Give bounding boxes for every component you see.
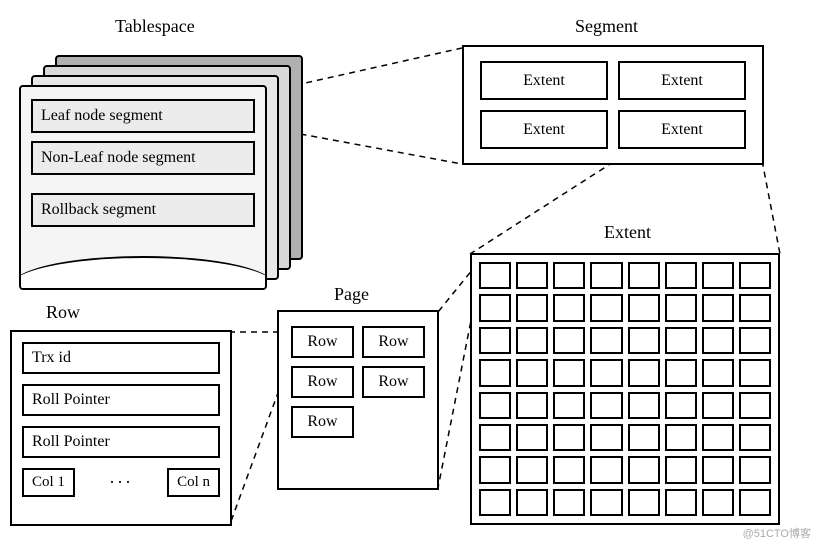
segment-extent-cell: Extent xyxy=(480,110,608,149)
extent-page-cell xyxy=(479,294,511,321)
extent-page-cell xyxy=(702,359,734,386)
extent-page-cell xyxy=(739,424,771,451)
row-box: Trx id Roll Pointer Roll Pointer Col 1 ·… xyxy=(10,330,232,526)
extent-page-cell xyxy=(516,456,548,483)
segment-label: Segment xyxy=(575,16,638,37)
row-trx-id: Trx id xyxy=(22,342,220,374)
row-col-last: Col n xyxy=(167,468,220,497)
extent-page-cell xyxy=(479,327,511,354)
extent-page-cell xyxy=(553,456,585,483)
extent-page-cell xyxy=(665,489,697,516)
extent-page-cell xyxy=(590,294,622,321)
extent-page-cell xyxy=(665,392,697,419)
extent-page-cell xyxy=(665,262,697,289)
row-columns: Col 1 ··· Col n xyxy=(22,468,220,497)
extent-grid xyxy=(470,253,780,525)
extent-page-cell xyxy=(479,359,511,386)
extent-page-cell xyxy=(628,294,660,321)
extent-page-cell xyxy=(553,262,585,289)
page-row-cell: Row xyxy=(362,366,425,398)
page-row-cell: Row xyxy=(291,406,354,438)
extent-page-cell xyxy=(590,327,622,354)
extent-page-cell xyxy=(516,392,548,419)
extent-page-cell xyxy=(590,456,622,483)
extent-page-cell xyxy=(702,392,734,419)
segment-extent-cell: Extent xyxy=(480,61,608,100)
extent-page-cell xyxy=(628,456,660,483)
extent-page-cell xyxy=(516,262,548,289)
row-label: Row xyxy=(46,302,80,323)
extent-page-cell xyxy=(479,456,511,483)
row-col-first: Col 1 xyxy=(22,468,75,497)
extent-page-cell xyxy=(553,392,585,419)
extent-page-cell xyxy=(665,456,697,483)
extent-page-cell xyxy=(553,489,585,516)
extent-page-cell xyxy=(665,424,697,451)
extent-page-cell xyxy=(553,327,585,354)
extent-page-cell xyxy=(702,456,734,483)
extent-page-cell xyxy=(739,392,771,419)
page-row-cell: Row xyxy=(362,326,425,358)
extent-page-cell xyxy=(702,489,734,516)
extent-page-cell xyxy=(516,424,548,451)
extent-page-cell xyxy=(479,424,511,451)
extent-page-cell xyxy=(553,294,585,321)
extent-page-cell xyxy=(590,359,622,386)
extent-page-cell xyxy=(628,392,660,419)
extent-page-cell xyxy=(739,262,771,289)
extent-page-cell xyxy=(628,489,660,516)
page-row-cell: Row xyxy=(291,366,354,398)
extent-page-cell xyxy=(628,327,660,354)
extent-label: Extent xyxy=(604,222,651,243)
segment-box: Extent Extent Extent Extent xyxy=(462,45,764,165)
extent-page-cell xyxy=(665,327,697,354)
page-box: Row Row Row Row Row xyxy=(277,310,439,490)
extent-page-cell xyxy=(665,359,697,386)
extent-page-cell xyxy=(590,262,622,289)
extent-page-cell xyxy=(479,489,511,516)
page-row-cell: Row xyxy=(291,326,354,358)
tablespace-sheet-front: Leaf node segment Non-Leaf node segment … xyxy=(19,85,267,290)
extent-page-cell xyxy=(553,359,585,386)
extent-page-cell xyxy=(516,294,548,321)
extent-page-cell xyxy=(739,327,771,354)
tablespace-stack: Leaf node segment Non-Leaf node segment … xyxy=(15,45,315,265)
extent-page-cell xyxy=(479,392,511,419)
extent-page-cell xyxy=(739,294,771,321)
extent-page-cell xyxy=(590,392,622,419)
segment-extent-cell: Extent xyxy=(618,110,746,149)
extent-page-cell xyxy=(665,294,697,321)
extent-page-cell xyxy=(702,262,734,289)
page-label: Page xyxy=(334,284,369,305)
extent-page-cell xyxy=(590,489,622,516)
extent-page-cell xyxy=(553,424,585,451)
extent-page-cell xyxy=(628,262,660,289)
extent-page-cell xyxy=(739,359,771,386)
extent-page-cell xyxy=(516,489,548,516)
extent-page-cell xyxy=(702,327,734,354)
extent-page-cell xyxy=(628,359,660,386)
extent-page-cell xyxy=(739,456,771,483)
extent-page-cell xyxy=(628,424,660,451)
non-leaf-node-segment: Non-Leaf node segment xyxy=(31,141,255,175)
extent-page-cell xyxy=(702,294,734,321)
extent-page-cell xyxy=(590,424,622,451)
row-roll-pointer: Roll Pointer xyxy=(22,426,220,458)
segment-extent-cell: Extent xyxy=(618,61,746,100)
row-col-ellipsis: ··· xyxy=(81,472,161,493)
watermark: @51CTO博客 xyxy=(743,525,811,541)
leaf-node-segment: Leaf node segment xyxy=(31,99,255,133)
extent-page-cell xyxy=(702,424,734,451)
extent-page-cell xyxy=(516,359,548,386)
extent-page-cell xyxy=(739,489,771,516)
rollback-segment: Rollback segment xyxy=(31,193,255,227)
tablespace-label: Tablespace xyxy=(115,16,195,37)
extent-page-cell xyxy=(516,327,548,354)
extent-page-cell xyxy=(479,262,511,289)
row-roll-pointer: Roll Pointer xyxy=(22,384,220,416)
